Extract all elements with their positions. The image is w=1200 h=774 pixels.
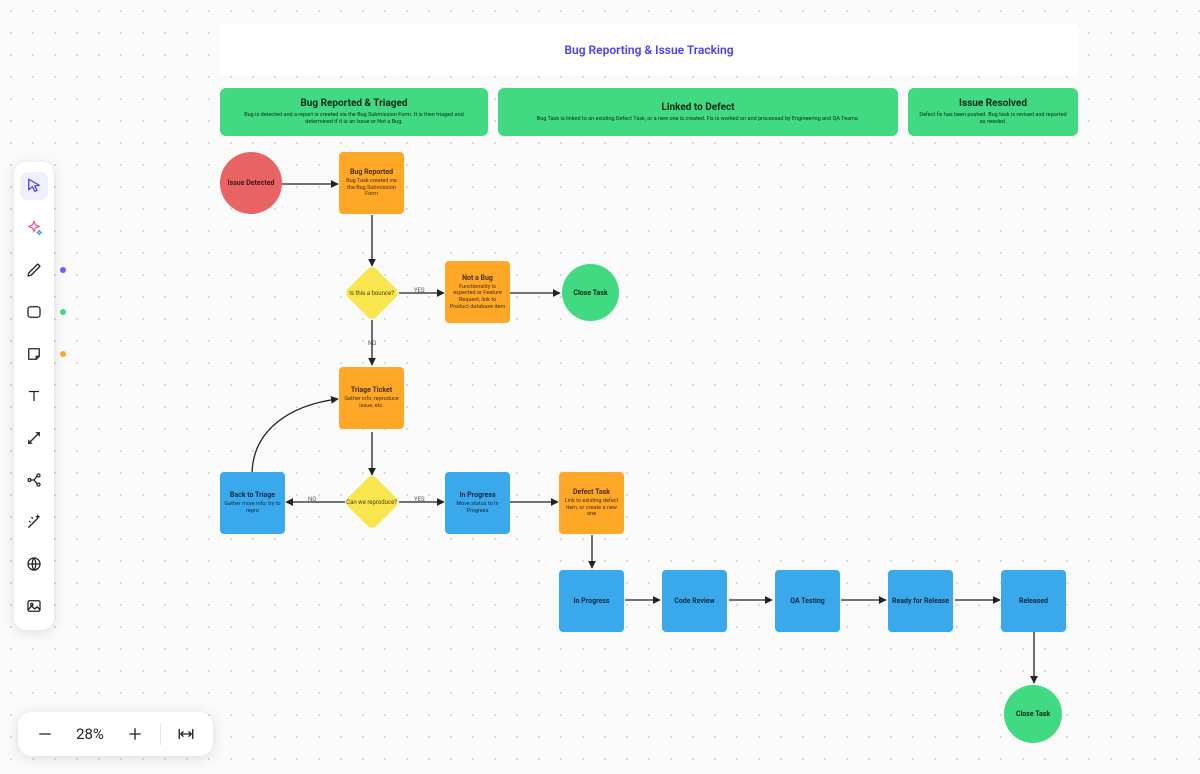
node-title: Not a Bug: [462, 274, 493, 282]
ai-tool[interactable]: [20, 214, 48, 242]
node-title: Issue Detected: [228, 179, 275, 187]
lane-linked-to-defect: Linked to Defect Bug Task is linked to a…: [498, 88, 898, 136]
lane-subtitle: Defect fix has been pushed. Bug task is …: [918, 112, 1068, 125]
select-tool[interactable]: [20, 172, 48, 200]
node-title: Bug Reported: [350, 168, 393, 176]
node-close-task-top[interactable]: Close Task: [562, 264, 619, 321]
cursor-icon: [25, 177, 43, 195]
sticky-note-icon: [25, 345, 43, 363]
node-subtitle: Gather info; reproduce issue, etc.: [339, 396, 404, 409]
lane-subtitle: Bug is detected and a report is created …: [230, 112, 478, 125]
mindmap-tool[interactable]: [20, 466, 48, 494]
node-subtitle: Gather more info; try to repro: [220, 501, 285, 514]
branch-icon: [25, 471, 43, 489]
node-title: Code Review: [674, 597, 715, 605]
node-title: Triage Ticket: [351, 386, 392, 394]
node-issue-detected[interactable]: Issue Detected: [220, 152, 282, 214]
node-title: Close Task: [573, 289, 607, 297]
node-title: In Progress: [459, 491, 495, 499]
edge-label-yes: YES: [414, 496, 425, 503]
lane-title: Bug Reported & Triaged: [300, 98, 407, 109]
node-title: Can we reproduce?: [347, 499, 398, 506]
node-title: Is this a bounce?: [350, 290, 395, 297]
lane-title: Issue Resolved: [959, 98, 1027, 109]
edge-label-no: NO: [368, 340, 376, 347]
color-dot-icon: [60, 351, 66, 357]
globe-icon: [25, 555, 43, 573]
node-title: Close Task: [1016, 710, 1050, 718]
divider: [160, 723, 161, 745]
node-title: Back to Triage: [230, 491, 275, 499]
node-ready-for-release[interactable]: Ready for Release: [888, 570, 953, 632]
node-title: Defect Task: [573, 488, 610, 496]
node-subtitle: Functionality is expected or Feature Req…: [445, 284, 510, 310]
lane-bug-reported: Bug Reported & Triaged Bug is detected a…: [220, 88, 488, 136]
node-title: Released: [1019, 597, 1048, 605]
text-tool[interactable]: [20, 382, 48, 410]
node-qa-testing[interactable]: QA Testing: [775, 570, 840, 632]
color-dot-icon: [60, 267, 66, 273]
wand-icon: [25, 513, 43, 531]
node-defect-task[interactable]: Defect Task Link to existing defect item…: [559, 472, 624, 534]
edge-label-no: NO: [308, 496, 316, 503]
diagram-title-card: Bug Reporting & Issue Tracking: [220, 24, 1078, 76]
node-in-progress-dev[interactable]: In Progress: [559, 570, 624, 632]
fit-width-icon: [177, 725, 195, 743]
node-title: Ready for Release: [892, 597, 949, 605]
node-not-a-bug[interactable]: Not a Bug Functionality is expected or F…: [445, 261, 510, 323]
sparkle-icon: [25, 219, 43, 237]
pen-icon: [25, 261, 43, 279]
rectangle-icon: [25, 303, 43, 321]
color-dot-icon: [60, 309, 66, 315]
zoom-out-button[interactable]: [30, 719, 60, 749]
edge-label-yes: YES: [414, 287, 425, 294]
magic-tool[interactable]: [20, 508, 48, 536]
node-close-task-bottom[interactable]: Close Task: [1004, 685, 1062, 743]
left-toolbar: [14, 162, 54, 630]
pen-tool[interactable]: [20, 256, 48, 284]
node-bug-reported[interactable]: Bug Reported Bug Task created via the Bu…: [339, 152, 404, 214]
node-title: In Progress: [573, 597, 609, 605]
image-icon: [25, 597, 43, 615]
node-code-review[interactable]: Code Review: [662, 570, 727, 632]
sticky-note-tool[interactable]: [20, 340, 48, 368]
image-tool[interactable]: [20, 592, 48, 620]
node-back-to-triage[interactable]: Back to Triage Gather more info; try to …: [220, 472, 285, 534]
node-released[interactable]: Released: [1001, 570, 1066, 632]
node-title: QA Testing: [790, 597, 825, 605]
text-icon: [25, 387, 43, 405]
diagram-title: Bug Reporting & Issue Tracking: [564, 43, 733, 57]
node-subtitle: Move status to In Progress: [445, 501, 510, 514]
lane-issue-resolved: Issue Resolved Defect fix has been pushe…: [908, 88, 1078, 136]
connector-tool[interactable]: [20, 424, 48, 452]
lane-subtitle: Bug Task is linked to an existing Defect…: [537, 116, 859, 123]
node-subtitle: Link to existing defect item, or create …: [559, 498, 624, 518]
node-triage-ticket[interactable]: Triage Ticket Gather info; reproduce iss…: [339, 367, 404, 429]
plus-icon: [126, 725, 144, 743]
shape-tool[interactable]: [20, 298, 48, 326]
node-in-progress-link[interactable]: In Progress Move status to In Progress: [445, 472, 510, 534]
connector-icon: [25, 429, 43, 447]
zoom-to-fit-button[interactable]: [171, 719, 201, 749]
lane-title: Linked to Defect: [661, 102, 734, 113]
node-subtitle: Bug Task created via the Bug Submission …: [339, 178, 404, 198]
zoom-bar: 28%: [18, 712, 213, 756]
zoom-in-button[interactable]: [120, 719, 150, 749]
web-tool[interactable]: [20, 550, 48, 578]
minus-icon: [36, 725, 54, 743]
zoom-level[interactable]: 28%: [70, 725, 110, 743]
